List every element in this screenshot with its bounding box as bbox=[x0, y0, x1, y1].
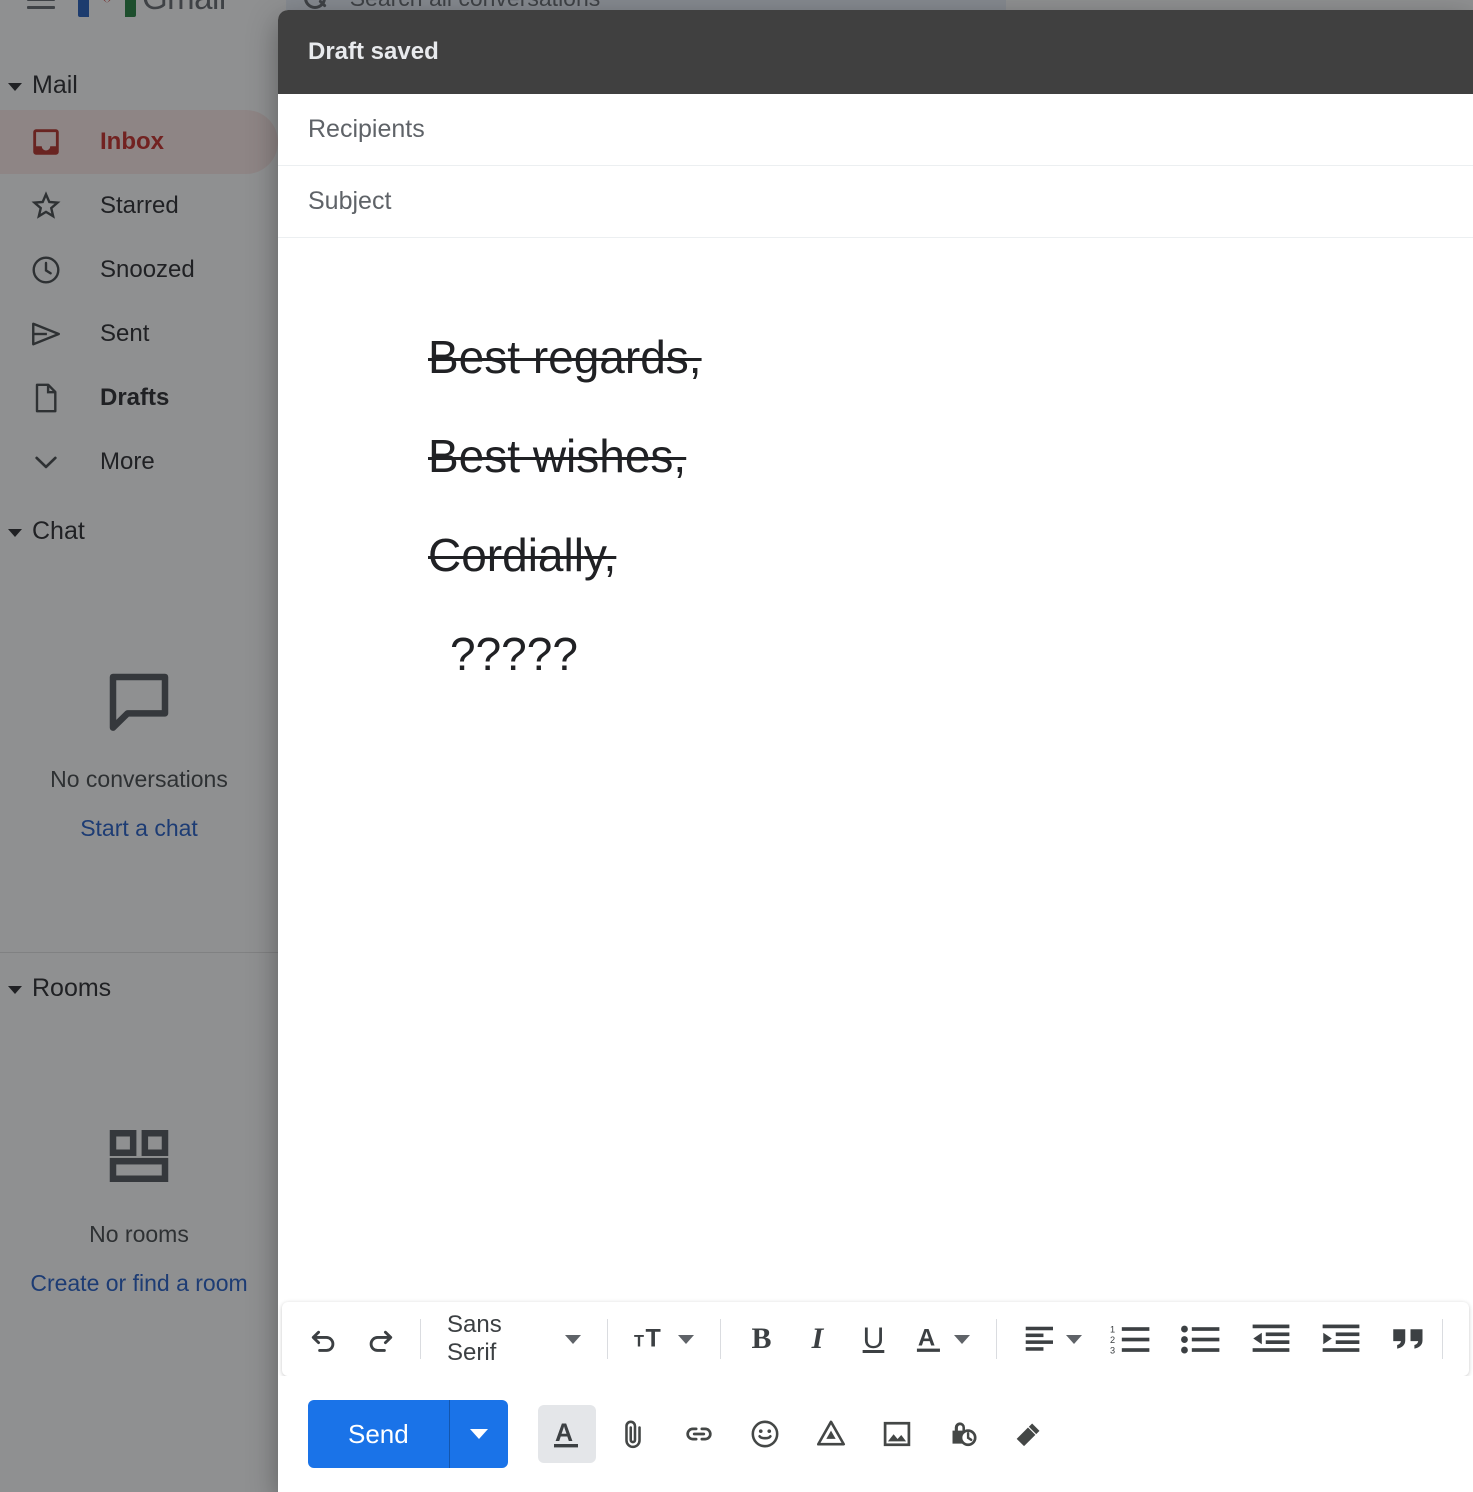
chevron-down-icon bbox=[954, 1334, 971, 1344]
body-line: Best wishes, bbox=[428, 430, 687, 482]
svg-text:A: A bbox=[555, 1419, 573, 1447]
confidential-mode-icon[interactable] bbox=[934, 1405, 992, 1463]
send-options-caret-down-icon[interactable] bbox=[450, 1400, 508, 1468]
indent-decrease-button[interactable] bbox=[1236, 1311, 1306, 1367]
insert-emoji-icon[interactable] bbox=[736, 1405, 794, 1463]
insert-signature-icon[interactable] bbox=[1000, 1405, 1058, 1463]
formatting-toolbar: Sans Serif T T B I U A 1 2 3 bbox=[282, 1302, 1469, 1376]
message-body-editor[interactable]: Best regards, Best wishes, Cordially, ??… bbox=[278, 238, 1473, 1302]
insert-link-icon[interactable] bbox=[670, 1405, 728, 1463]
send-button[interactable]: Send bbox=[308, 1400, 508, 1468]
svg-text:A: A bbox=[918, 1325, 935, 1352]
svg-text:T: T bbox=[645, 1325, 661, 1353]
chevron-down-icon bbox=[1065, 1334, 1082, 1344]
formatting-options-icon[interactable]: A bbox=[537, 1405, 596, 1463]
font-family-label: Sans Serif bbox=[447, 1311, 502, 1366]
svg-text:2: 2 bbox=[1110, 1335, 1115, 1345]
recipients-field[interactable]: Recipients bbox=[278, 94, 1473, 166]
underline-button[interactable]: U bbox=[845, 1311, 901, 1367]
svg-text:3: 3 bbox=[1110, 1345, 1115, 1355]
italic-button[interactable]: I bbox=[789, 1311, 845, 1367]
insert-drive-icon[interactable] bbox=[802, 1405, 860, 1463]
svg-text:1: 1 bbox=[1110, 1324, 1115, 1334]
block-quote-button[interactable] bbox=[1376, 1311, 1442, 1367]
body-line: ????? bbox=[450, 628, 578, 680]
toolbar-divider bbox=[720, 1319, 722, 1359]
align-button[interactable] bbox=[1009, 1311, 1096, 1367]
svg-text:T: T bbox=[634, 1333, 644, 1351]
subject-placeholder[interactable]: Subject bbox=[308, 187, 391, 216]
redo-button[interactable] bbox=[352, 1311, 408, 1367]
subject-field[interactable]: Subject bbox=[278, 166, 1473, 238]
font-family-selector[interactable]: Sans Serif bbox=[433, 1311, 595, 1367]
font-size-selector[interactable]: T T bbox=[620, 1311, 709, 1367]
body-line: Cordially, bbox=[428, 529, 617, 581]
insert-photo-icon[interactable] bbox=[868, 1405, 926, 1463]
attach-file-icon[interactable] bbox=[604, 1405, 662, 1463]
toolbar-divider bbox=[606, 1319, 608, 1359]
send-button-label: Send bbox=[348, 1418, 409, 1449]
compose-window: Draft saved Recipients Subject Best rega… bbox=[278, 10, 1473, 1492]
recipients-placeholder[interactable]: Recipients bbox=[308, 115, 425, 144]
text-color-button[interactable]: A bbox=[901, 1311, 984, 1367]
bold-button[interactable]: B bbox=[733, 1311, 789, 1367]
screen: Gmail Search all conversations Mail Inbo… bbox=[0, 0, 1473, 1492]
body-line: Best regards, bbox=[428, 331, 702, 383]
indent-increase-button[interactable] bbox=[1306, 1311, 1376, 1367]
toolbar-divider bbox=[996, 1319, 998, 1359]
compose-tool-icons: A bbox=[537, 1405, 1066, 1463]
chevron-down-icon bbox=[564, 1334, 581, 1344]
toolbar-divider bbox=[1442, 1319, 1443, 1359]
compose-header[interactable]: Draft saved bbox=[278, 10, 1473, 94]
compose-action-bar: Send A bbox=[278, 1376, 1473, 1492]
bulleted-list-button[interactable] bbox=[1166, 1311, 1236, 1367]
toolbar-divider bbox=[420, 1319, 421, 1359]
undo-button[interactable] bbox=[296, 1311, 352, 1367]
compose-title: Draft saved bbox=[308, 38, 439, 65]
chevron-down-icon bbox=[678, 1334, 695, 1344]
numbered-list-button[interactable]: 1 2 3 bbox=[1096, 1311, 1166, 1367]
